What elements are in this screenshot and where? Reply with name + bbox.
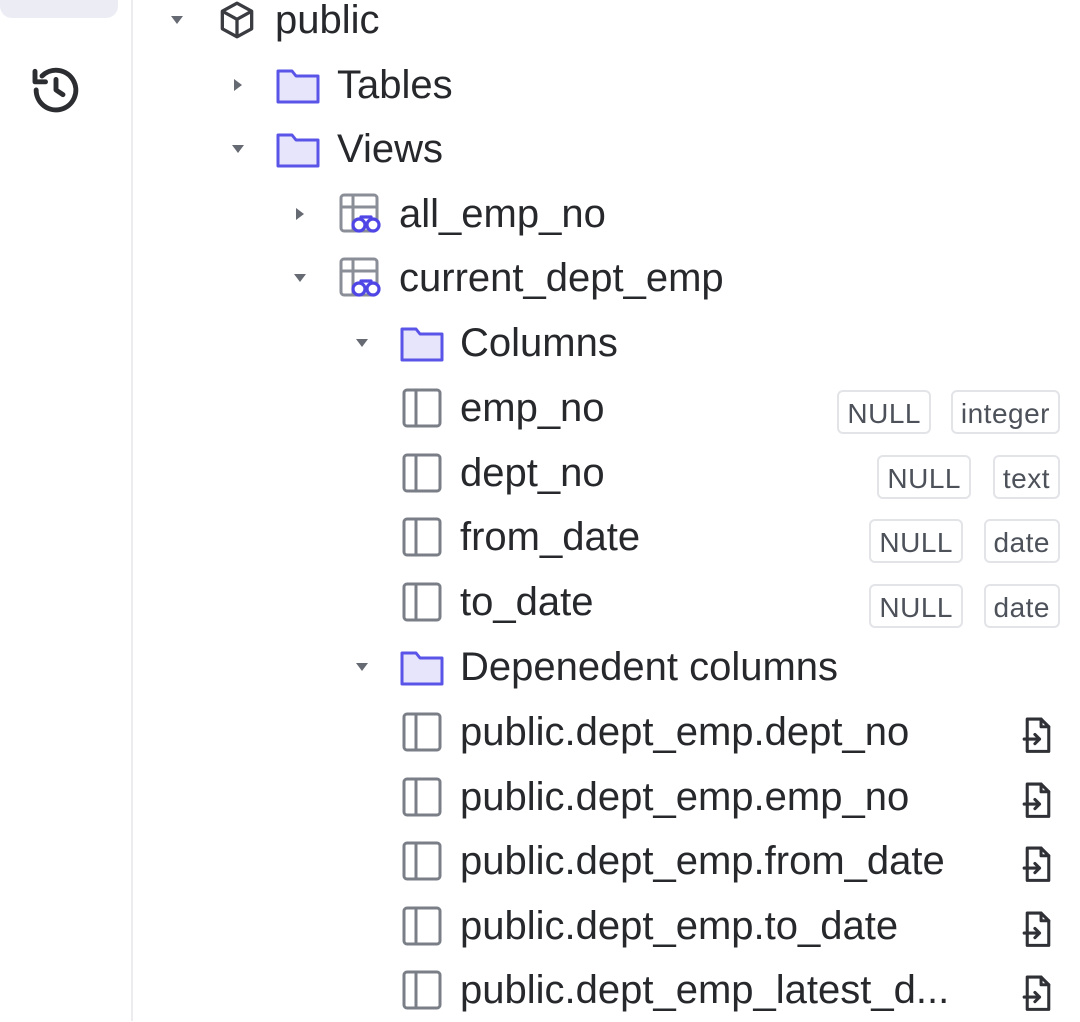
dependent-column-row[interactable]: public.dept_emp.dept_no (131, 700, 1080, 764)
dependent-column-row[interactable]: public.dept_emp.from_date (131, 829, 1080, 893)
type-badge: text (992, 455, 1060, 499)
column-row[interactable]: to_date NULL date (131, 570, 1080, 634)
dependent-column-row[interactable]: public.dept_emp.emp_no (131, 765, 1080, 829)
view-icon (336, 254, 384, 302)
folder-icon (274, 61, 322, 109)
column-name: to_date (460, 580, 594, 624)
chevron-down-icon[interactable] (288, 266, 312, 290)
chevron-down-icon[interactable] (226, 137, 250, 161)
view-label: all_emp_no (399, 192, 606, 236)
nullable-badge: NULL (869, 584, 963, 628)
dependent-column-name: public.dept_emp_latest_d... (460, 968, 950, 1012)
tree-node-views-folder[interactable]: Views (131, 117, 1080, 181)
nullable-badge: NULL (837, 390, 931, 434)
schema-label: public (275, 0, 380, 42)
dependent-column-name: public.dept_emp.to_date (460, 904, 899, 948)
column-icon (398, 902, 446, 950)
column-row[interactable]: emp_no NULL integer (131, 376, 1080, 440)
tree-node-schema[interactable]: public (131, 0, 1080, 52)
tables-folder-label: Tables (337, 63, 453, 107)
chevron-right-icon[interactable] (226, 73, 250, 97)
tree-node-view[interactable]: current_dept_emp (131, 246, 1080, 310)
goto-icon[interactable] (1018, 716, 1058, 756)
view-label: current_dept_emp (399, 256, 724, 300)
schema-tree: public Tables Views all_emp_no current_d… (131, 0, 1080, 1021)
rail-active-item[interactable] (0, 0, 118, 18)
history-icon (28, 62, 84, 123)
chevron-down-icon[interactable] (350, 655, 374, 679)
folder-icon (398, 643, 446, 691)
tree-node-dependent-columns-folder[interactable]: Depenedent columns (131, 635, 1080, 699)
history-button[interactable] (28, 64, 84, 120)
column-name: from_date (460, 515, 641, 559)
chevron-down-icon[interactable] (165, 8, 189, 32)
views-folder-label: Views (337, 127, 443, 171)
type-badge: integer (950, 390, 1060, 434)
tree-node-columns-folder[interactable]: Columns (131, 311, 1080, 375)
columns-folder-label: Columns (460, 321, 618, 365)
type-badge: date (983, 584, 1060, 628)
dependent-folder-label: Depenedent columns (460, 645, 839, 689)
dependent-column-row[interactable]: public.dept_emp.to_date (131, 894, 1080, 958)
column-name: emp_no (460, 386, 605, 430)
column-row[interactable]: from_date NULL date (131, 505, 1080, 569)
nullable-badge: NULL (877, 455, 971, 499)
cube-icon (213, 0, 261, 44)
type-badge: date (983, 519, 1060, 563)
goto-icon[interactable] (1018, 781, 1058, 821)
column-icon (398, 773, 446, 821)
chevron-right-icon[interactable] (288, 202, 312, 226)
column-icon (398, 449, 446, 497)
dependent-column-name: public.dept_emp.emp_no (460, 775, 910, 819)
folder-icon (398, 319, 446, 367)
dependent-column-name: public.dept_emp.from_date (460, 839, 945, 883)
goto-icon[interactable] (1018, 910, 1058, 950)
folder-icon (274, 125, 322, 173)
column-icon (398, 837, 446, 885)
view-icon (336, 190, 384, 238)
nullable-badge: NULL (869, 519, 963, 563)
column-name: dept_no (460, 451, 605, 495)
dependent-column-row[interactable]: public.dept_emp_latest_d... (131, 958, 1080, 1022)
chevron-down-icon[interactable] (350, 331, 374, 355)
column-icon (398, 513, 446, 561)
goto-icon[interactable] (1018, 974, 1058, 1014)
activity-rail (0, 0, 133, 1021)
goto-icon[interactable] (1018, 845, 1058, 885)
dependent-column-name: public.dept_emp.dept_no (460, 710, 910, 754)
column-icon (398, 966, 446, 1014)
tree-node-view[interactable]: all_emp_no (131, 182, 1080, 246)
column-icon (398, 578, 446, 626)
column-icon (398, 384, 446, 432)
column-row[interactable]: dept_no NULL text (131, 441, 1080, 505)
tree-node-tables-folder[interactable]: Tables (131, 53, 1080, 117)
column-icon (398, 708, 446, 756)
